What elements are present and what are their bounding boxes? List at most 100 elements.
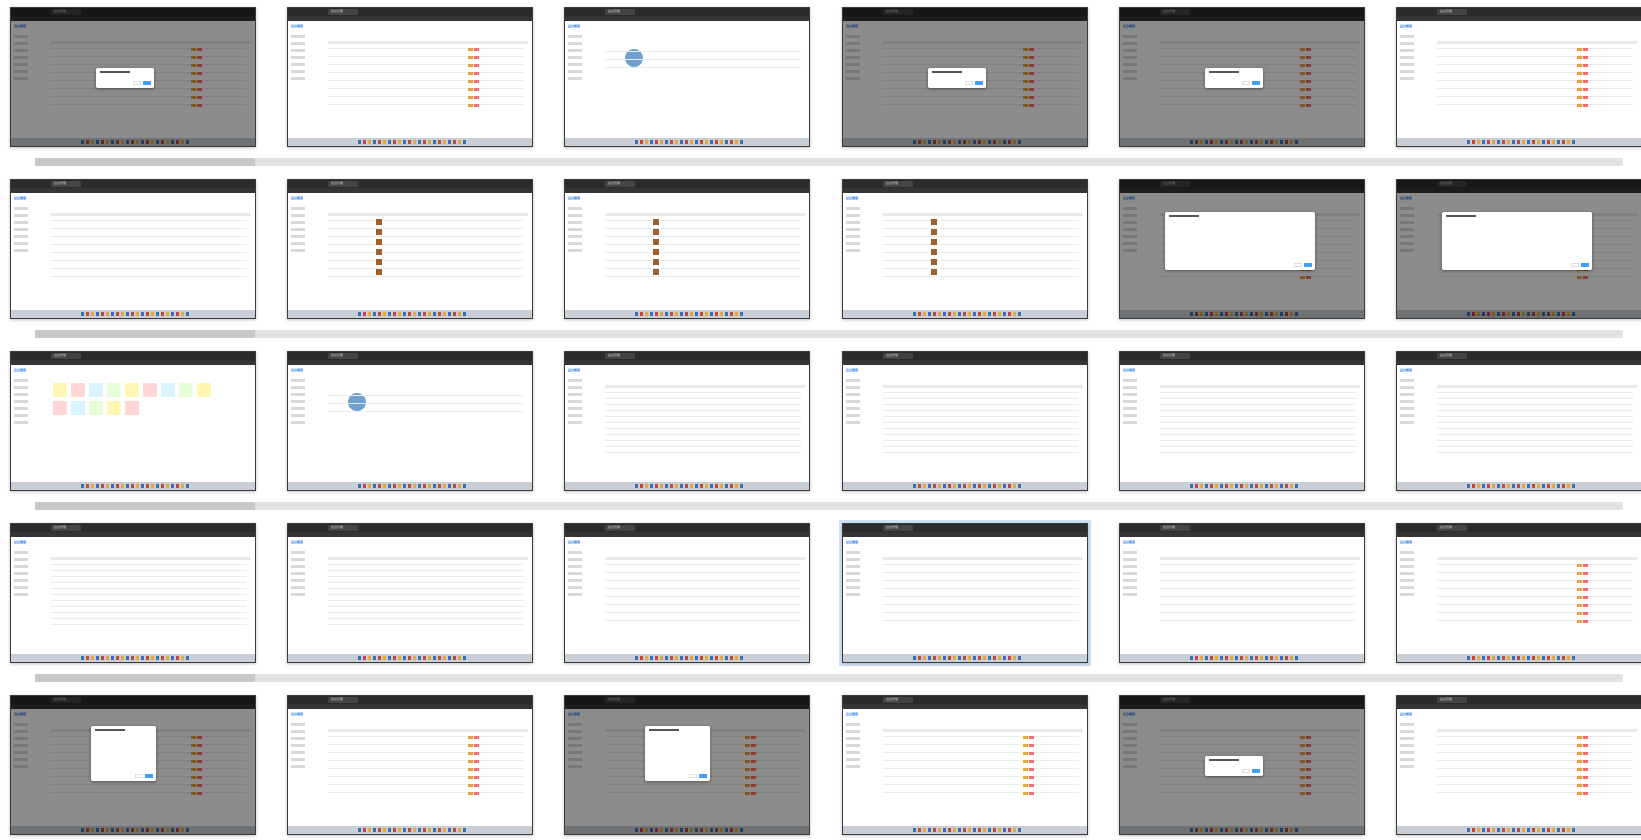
edit-button[interactable] — [468, 784, 473, 787]
delete-button[interactable] — [474, 760, 479, 763]
delete-button[interactable] — [1583, 776, 1588, 779]
edit-button[interactable] — [468, 736, 473, 739]
screenshot-thumbnail[interactable]: 后台管理 后台管理 — [1396, 179, 1641, 319]
edit-button[interactable] — [1023, 760, 1028, 763]
confirm-button[interactable] — [1581, 263, 1589, 267]
delete-button[interactable] — [474, 104, 479, 107]
screenshot-thumbnail[interactable]: 后台管理 后台管理 — [287, 179, 533, 319]
screenshot-thumbnail[interactable]: 后台管理 后台管理 — [564, 695, 810, 835]
delete-button[interactable] — [1583, 80, 1588, 83]
edit-button[interactable] — [468, 792, 473, 795]
seat-card[interactable] — [53, 401, 67, 415]
delete-button[interactable] — [474, 96, 479, 99]
edit-button[interactable] — [1577, 588, 1582, 591]
screenshot-thumbnail[interactable]: 后台管理 后台管理 — [287, 523, 533, 663]
cancel-button[interactable] — [135, 774, 143, 778]
confirm-button[interactable] — [1252, 81, 1260, 85]
delete-button[interactable] — [1583, 736, 1588, 739]
delete-button[interactable] — [1583, 572, 1588, 575]
screenshot-thumbnail[interactable]: 后台管理 后台管理 — [564, 7, 810, 147]
screenshot-thumbnail[interactable]: 后台管理 后台管理 — [287, 7, 533, 147]
edit-button[interactable] — [468, 72, 473, 75]
seat-card[interactable] — [71, 383, 85, 397]
edit-button[interactable] — [1577, 744, 1582, 747]
confirm-button[interactable] — [145, 774, 153, 778]
cancel-button[interactable] — [1242, 81, 1250, 85]
confirm-button[interactable] — [975, 81, 983, 85]
seat-card[interactable] — [89, 401, 103, 415]
delete-button[interactable] — [1583, 596, 1588, 599]
screenshot-thumbnail[interactable]: 后台管理 后台管理 — [1119, 7, 1365, 147]
screenshot-thumbnail[interactable]: 后台管理 后台管理 — [10, 351, 256, 491]
edit-button[interactable] — [468, 752, 473, 755]
delete-button[interactable] — [474, 88, 479, 91]
delete-button[interactable] — [1029, 752, 1034, 755]
screenshot-thumbnail[interactable]: 后台管理 后台管理 — [1119, 179, 1365, 319]
edit-button[interactable] — [1577, 72, 1582, 75]
edit-button[interactable] — [1577, 760, 1582, 763]
edit-button[interactable] — [1023, 752, 1028, 755]
delete-button[interactable] — [1583, 752, 1588, 755]
edit-button[interactable] — [1577, 792, 1582, 795]
edit-button[interactable] — [1577, 80, 1582, 83]
edit-button[interactable] — [1577, 752, 1582, 755]
delete-button[interactable] — [474, 64, 479, 67]
edit-button[interactable] — [468, 104, 473, 107]
seat-card[interactable] — [107, 383, 121, 397]
delete-button[interactable] — [1583, 620, 1588, 623]
screenshot-thumbnail[interactable]: 后台管理 后台管理 — [10, 179, 256, 319]
screenshot-thumbnail[interactable]: 后台管理 后台管理 — [1119, 351, 1365, 491]
seat-card[interactable] — [107, 401, 121, 415]
screenshot-thumbnail[interactable]: 后台管理 后台管理 — [839, 520, 1091, 666]
screenshot-thumbnail[interactable]: 后台管理 后台管理 — [842, 351, 1088, 491]
screenshot-thumbnail[interactable]: 后台管理 后台管理 — [287, 351, 533, 491]
delete-button[interactable] — [1583, 760, 1588, 763]
delete-button[interactable] — [474, 784, 479, 787]
delete-button[interactable] — [1029, 760, 1034, 763]
confirm-button[interactable] — [1304, 263, 1312, 267]
screenshot-thumbnail[interactable]: 后台管理 后台管理 — [10, 523, 256, 663]
edit-button[interactable] — [1023, 744, 1028, 747]
screenshot-thumbnail[interactable]: 后台管理 后台管理 — [564, 179, 810, 319]
delete-button[interactable] — [1583, 72, 1588, 75]
delete-button[interactable] — [1029, 768, 1034, 771]
screenshot-thumbnail[interactable]: 后台管理 后台管理 — [10, 695, 256, 835]
delete-button[interactable] — [1029, 792, 1034, 795]
delete-button[interactable] — [474, 72, 479, 75]
edit-button[interactable] — [468, 776, 473, 779]
delete-button[interactable] — [1583, 612, 1588, 615]
edit-button[interactable] — [1577, 620, 1582, 623]
cancel-button[interactable] — [1571, 263, 1579, 267]
edit-button[interactable] — [1577, 572, 1582, 575]
screenshot-thumbnail[interactable]: 后台管理 后台管理 — [1396, 351, 1641, 491]
cancel-button[interactable] — [965, 81, 973, 85]
edit-button[interactable] — [468, 64, 473, 67]
seat-card[interactable] — [125, 401, 139, 415]
edit-button[interactable] — [1023, 768, 1028, 771]
delete-button[interactable] — [474, 768, 479, 771]
edit-button[interactable] — [468, 88, 473, 91]
cancel-button[interactable] — [689, 774, 697, 778]
seat-card[interactable] — [125, 383, 139, 397]
confirm-button[interactable] — [143, 81, 151, 85]
delete-button[interactable] — [1583, 580, 1588, 583]
screenshot-thumbnail[interactable]: 后台管理 后台管理 — [564, 523, 810, 663]
edit-button[interactable] — [1577, 612, 1582, 615]
seat-card[interactable] — [143, 383, 157, 397]
delete-button[interactable] — [1029, 744, 1034, 747]
delete-button[interactable] — [474, 56, 479, 59]
seat-card[interactable] — [161, 383, 175, 397]
edit-button[interactable] — [1577, 768, 1582, 771]
delete-button[interactable] — [1583, 64, 1588, 67]
confirm-button[interactable] — [1252, 769, 1260, 773]
edit-button[interactable] — [1577, 96, 1582, 99]
edit-button[interactable] — [1577, 736, 1582, 739]
seat-card[interactable] — [89, 383, 103, 397]
edit-button[interactable] — [1577, 580, 1582, 583]
delete-button[interactable] — [1029, 784, 1034, 787]
edit-button[interactable] — [1577, 64, 1582, 67]
delete-button[interactable] — [474, 776, 479, 779]
screenshot-thumbnail[interactable]: 后台管理 后台管理 — [10, 7, 256, 147]
edit-button[interactable] — [468, 96, 473, 99]
delete-button[interactable] — [1583, 768, 1588, 771]
